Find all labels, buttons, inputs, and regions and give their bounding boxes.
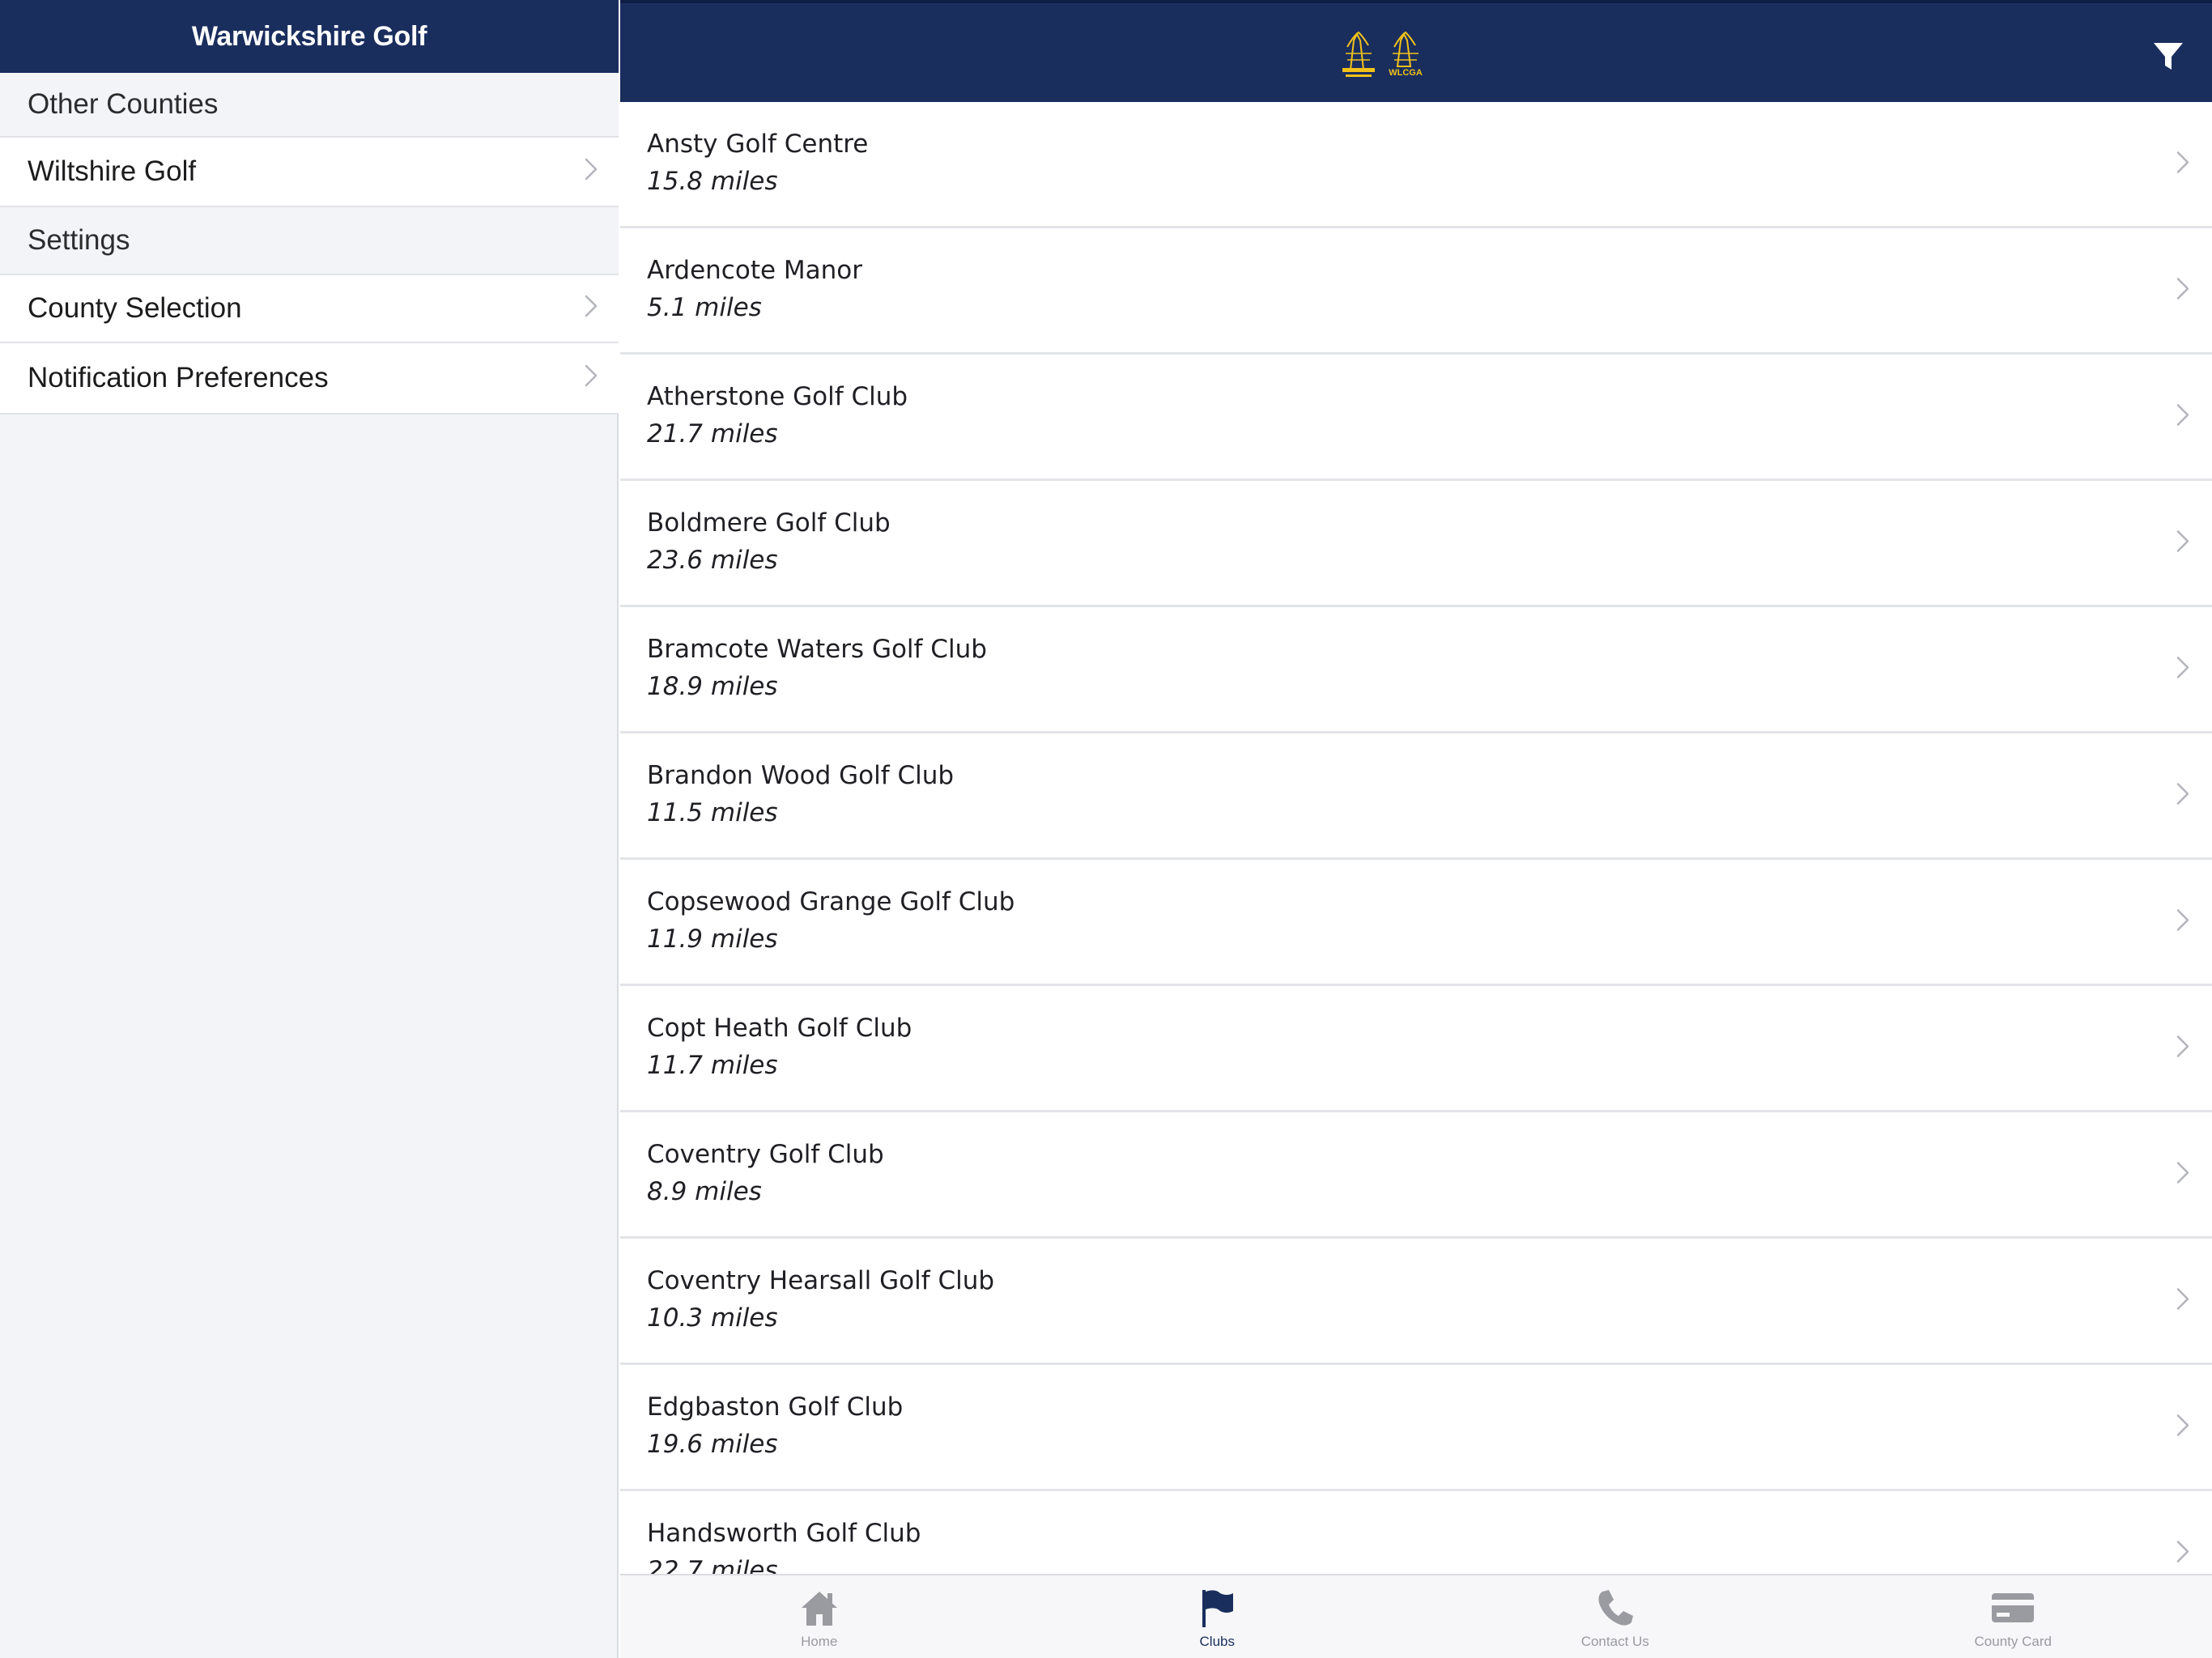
tab-bar: Home Clubs Contact Us County Card <box>620 1574 2212 1658</box>
chevron-right-icon <box>2176 656 2189 682</box>
sidebar-item-notification-preferences[interactable]: Notification Preferences <box>0 343 619 414</box>
chevron-right-icon <box>585 155 598 188</box>
club-distance: 10.3 miles <box>647 1303 778 1333</box>
club-list-item[interactable]: Atherstone Golf Club 21.7 miles <box>620 355 2212 481</box>
club-name: Ansty Golf Centre <box>647 130 869 159</box>
club-list-item[interactable]: Handsworth Golf Club 22.7 miles <box>620 1491 2212 1574</box>
section-header-settings: Settings <box>0 207 619 274</box>
wlcga-logo-caption: WLCGA <box>1389 68 1423 78</box>
chevron-right-icon <box>2176 1161 2189 1188</box>
chevron-right-icon <box>2176 908 2189 935</box>
club-distance: 11.7 miles <box>647 1051 778 1080</box>
section-header-other-counties: Other Counties <box>0 73 619 136</box>
chevron-right-icon <box>2176 277 2189 304</box>
club-distance: 11.5 miles <box>647 798 778 827</box>
top-navigation-bar: WLCGA <box>620 0 2212 102</box>
club-name: Copt Heath Golf Club <box>647 1014 912 1043</box>
filter-button[interactable] <box>2149 37 2188 76</box>
golf-union-logo <box>1339 29 1378 83</box>
sidebar-item-wiltshire-golf[interactable]: Wiltshire Golf <box>0 136 619 207</box>
club-distance: 22.7 miles <box>647 1556 778 1574</box>
wlcga-logo: WLCGA <box>1386 29 1425 83</box>
tab-contact-us[interactable]: Contact Us <box>1416 1575 1814 1658</box>
club-list-item[interactable]: Copt Heath Golf Club 11.7 miles <box>620 986 2212 1112</box>
phone-icon <box>1598 1590 1633 1626</box>
club-distance: 19.6 miles <box>647 1430 778 1459</box>
sidebar-item-label: County Selection <box>28 292 242 324</box>
tab-home[interactable]: Home <box>620 1575 1019 1658</box>
club-name: Boldmere Golf Club <box>647 508 891 538</box>
club-name: Copsewood Grange Golf Club <box>647 887 1015 916</box>
club-name: Atherstone Golf Club <box>647 382 908 411</box>
club-distance: 5.1 miles <box>647 293 762 322</box>
club-list-item[interactable]: Ansty Golf Centre 15.8 miles <box>620 102 2212 228</box>
flag-icon <box>1202 1590 1234 1627</box>
sidebar-item-label: Notification Preferences <box>28 362 329 393</box>
tab-label: Clubs <box>1199 1634 1235 1649</box>
club-list-item[interactable]: Coventry Golf Club 8.9 miles <box>620 1112 2212 1239</box>
club-list-item[interactable]: Edgbaston Golf Club 19.6 miles <box>620 1365 2212 1491</box>
club-name: Ardencote Manor <box>647 256 862 285</box>
club-name: Brandon Wood Golf Club <box>647 761 955 790</box>
chevron-right-icon <box>2176 529 2189 556</box>
tab-label: Home <box>801 1634 838 1649</box>
tab-clubs[interactable]: Clubs <box>1019 1575 1417 1658</box>
club-list-item[interactable]: Coventry Hearsall Golf Club 10.3 miles <box>620 1239 2212 1365</box>
chevron-right-icon <box>2176 1540 2189 1567</box>
chevron-right-icon <box>585 292 598 325</box>
home-icon <box>801 1592 837 1626</box>
club-distance: 8.9 miles <box>647 1177 762 1206</box>
tab-label: County Card <box>1974 1634 2052 1649</box>
chevron-right-icon <box>2176 151 2189 177</box>
clubs-list: Ansty Golf Centre 15.8 miles Ardencote Man… <box>620 102 2212 1574</box>
tab-label: Contact Us <box>1580 1634 1649 1649</box>
sidebar-item-county-selection[interactable]: County Selection <box>0 274 619 343</box>
main-panel: WLCGA Ansty Golf Centre 15.8 miles Ardenco… <box>620 0 2212 1658</box>
tab-county-card[interactable]: County Card <box>1814 1575 2212 1658</box>
club-name: Coventry Golf Club <box>647 1140 884 1169</box>
club-distance: 21.7 miles <box>647 419 778 449</box>
club-name: Handsworth Golf Club <box>647 1519 921 1548</box>
filter-icon <box>2154 43 2183 70</box>
chevron-right-icon <box>2176 1287 2189 1314</box>
card-icon <box>1992 1593 2035 1622</box>
club-name: Bramcote Waters Golf Club <box>647 635 987 664</box>
chevron-right-icon <box>2176 1414 2189 1440</box>
club-list-item[interactable]: Ardencote Manor 5.1 miles <box>620 228 2212 355</box>
sidebar: Warwickshire Golf Other Counties Wiltshi… <box>0 0 619 1658</box>
club-distance: 23.6 miles <box>647 546 778 575</box>
chevron-right-icon <box>585 362 598 394</box>
sidebar-title: Warwickshire Golf <box>0 0 619 73</box>
club-distance: 11.9 miles <box>647 925 778 954</box>
club-name: Coventry Hearsall Golf Club <box>647 1266 995 1295</box>
club-list-item[interactable]: Copsewood Grange Golf Club 11.9 miles <box>620 860 2212 986</box>
club-list-item[interactable]: Bramcote Waters Golf Club 18.9 miles <box>620 607 2212 733</box>
sidebar-item-label: Wiltshire Golf <box>28 155 197 187</box>
club-name: Edgbaston Golf Club <box>647 1392 904 1422</box>
club-distance: 18.9 miles <box>647 672 778 701</box>
county-logos: WLCGA <box>1339 29 1425 83</box>
club-list-item[interactable]: Brandon Wood Golf Club 11.5 miles <box>620 733 2212 860</box>
chevron-right-icon <box>2176 1035 2189 1061</box>
club-distance: 15.8 miles <box>647 167 778 196</box>
chevron-right-icon <box>2176 403 2189 430</box>
chevron-right-icon <box>2176 782 2189 809</box>
club-list-item[interactable]: Boldmere Golf Club 23.6 miles <box>620 481 2212 607</box>
